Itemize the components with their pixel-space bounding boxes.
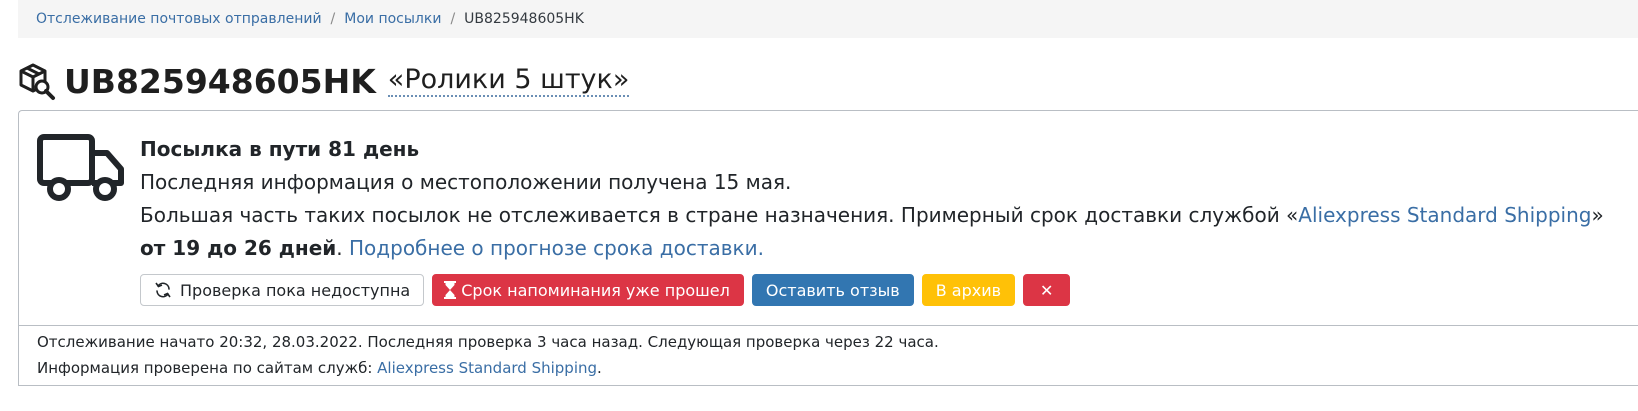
truck-icon bbox=[37, 133, 125, 205]
check-unavailable-button[interactable]: Проверка пока недоступна bbox=[140, 274, 425, 306]
breadcrumb: Отслеживание почтовых отправлений / Мои … bbox=[18, 0, 1638, 38]
status-estimate-quote: » bbox=[1591, 203, 1604, 227]
delete-button[interactable]: ✕ bbox=[1023, 274, 1071, 306]
reminder-expired-button[interactable]: Срок напоминания уже прошел bbox=[432, 274, 744, 306]
archive-label: В архив bbox=[935, 280, 1002, 300]
status-title: Посылка в пути 81 день bbox=[140, 137, 420, 161]
page-title: UB825948605HK «Ролики 5 штук» bbox=[16, 58, 630, 104]
parcel-name-editable[interactable]: «Ролики 5 штук» bbox=[387, 65, 630, 97]
forecast-link[interactable]: Подробнее о прогнозе срока доставки. bbox=[349, 236, 764, 260]
tracking-started-text: Отслеживание начато 20:32, 28.03.2022. П… bbox=[37, 333, 939, 351]
status-estimate-days: от 19 до 26 дней. Подробнее о прогнозе с… bbox=[140, 232, 1604, 265]
status-card: Посылка в пути 81 день Последняя информа… bbox=[18, 110, 1638, 326]
checked-services-label: Информация проверена по сайтам служб: bbox=[37, 359, 378, 377]
breadcrumb-tracking-link[interactable]: Отслеживание почтовых отправлений bbox=[36, 11, 322, 27]
status-last-location: Последняя информация о местоположении по… bbox=[140, 170, 792, 194]
status-message: Посылка в пути 81 день Последняя информа… bbox=[140, 133, 1604, 265]
check-unavailable-label: Проверка пока недоступна bbox=[180, 280, 411, 300]
estimate-days: от 19 до 26 дней bbox=[140, 236, 337, 260]
status-estimate-text: Большая часть таких посылок не отслежива… bbox=[140, 203, 1299, 227]
breadcrumb-current: UB825948605HK bbox=[464, 11, 584, 27]
leave-review-label: Оставить отзыв bbox=[765, 280, 900, 300]
breadcrumb-my-parcels-link[interactable]: Мои посылки bbox=[344, 11, 441, 27]
action-buttons: Проверка пока недоступна Срок напоминани… bbox=[140, 274, 1071, 306]
checked-services-text: Информация проверена по сайтам служб: Al… bbox=[37, 359, 602, 377]
package-search-icon bbox=[16, 61, 56, 101]
reminder-expired-label: Срок напоминания уже прошел bbox=[461, 280, 730, 300]
checked-services-period: . bbox=[597, 359, 602, 377]
hourglass-icon bbox=[443, 281, 457, 299]
service-link[interactable]: Aliexpress Standard Shipping bbox=[1298, 203, 1591, 227]
archive-button[interactable]: В архив bbox=[921, 274, 1016, 306]
tracking-info-footer: Отслеживание начато 20:32, 28.03.2022. П… bbox=[18, 326, 1638, 386]
footer-service-link[interactable]: Aliexpress Standard Shipping bbox=[377, 359, 597, 377]
tracking-number: UB825948605HK bbox=[64, 61, 376, 101]
refresh-icon bbox=[154, 281, 172, 299]
breadcrumb-separator: / bbox=[330, 11, 336, 27]
breadcrumb-separator: / bbox=[450, 11, 456, 27]
close-icon: ✕ bbox=[1040, 280, 1054, 300]
estimate-punct: . bbox=[336, 236, 350, 260]
status-estimate: Большая часть таких посылок не отслежива… bbox=[140, 199, 1604, 232]
leave-review-button[interactable]: Оставить отзыв bbox=[751, 274, 914, 306]
